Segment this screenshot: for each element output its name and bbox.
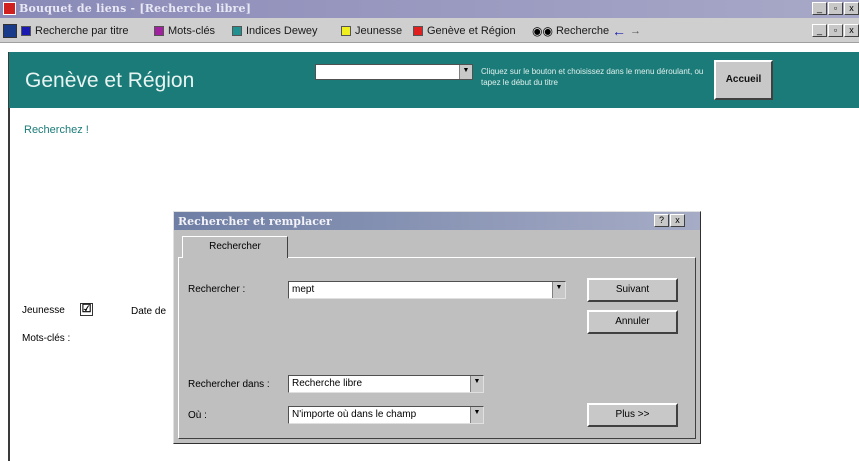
minimize-button[interactable]: _ <box>812 2 827 15</box>
toolbar-item-geneve-region[interactable]: Genève et Région <box>413 22 516 39</box>
toolbar-menu-icon[interactable] <box>3 22 17 39</box>
yellow-swatch-icon <box>341 25 351 36</box>
back-arrow-icon: ← <box>612 22 626 39</box>
binoculars-icon: ◉◉ <box>532 23 553 38</box>
plus-button[interactable]: Plus >> <box>587 403 678 427</box>
jeunesse-label: Jeunesse <box>22 305 65 316</box>
page-title: Genève et Région <box>25 69 195 92</box>
toolbar-recherche-button[interactable]: ◉◉ Recherche <box>532 22 609 39</box>
combo-hint: Cliquez sur le bouton et choisissez dans… <box>481 67 704 87</box>
tab-rechercher[interactable]: Rechercher <box>182 236 288 258</box>
toolbar-item-mots-cles[interactable]: Mots-clés <box>154 22 215 39</box>
accueil-button[interactable]: Accueil <box>714 60 773 100</box>
chevron-down-icon[interactable]: ▼ <box>459 65 472 79</box>
chevron-down-icon[interactable]: ▼ <box>470 407 483 423</box>
annuler-button[interactable]: Annuler <box>587 310 678 334</box>
doc-close-button[interactable]: x <box>844 24 859 37</box>
ou-select[interactable]: N'importe où dans le champ ▼ <box>288 406 484 424</box>
toolbar-item-recherche-titre[interactable]: Recherche par titre <box>21 22 129 39</box>
ou-label: Où : <box>188 410 207 421</box>
rechercher-dans-label: Rechercher dans : <box>188 379 270 390</box>
back-button[interactable]: ← <box>612 22 626 39</box>
mots-cles-label: Mots-clés : <box>22 333 71 344</box>
forward-arrow-icon: → <box>630 24 641 37</box>
search-input[interactable]: mept ▼ <box>288 281 566 299</box>
doc-window-controls: _ ▫ x <box>812 22 859 39</box>
date-label: Date de <box>131 306 167 317</box>
title-combo[interactable]: ▼ <box>315 64 473 80</box>
dialog-close-button[interactable]: x <box>670 214 685 227</box>
red-swatch-icon <box>413 25 423 36</box>
window-title: Bouquet de liens - [Recherche libre] <box>19 2 252 15</box>
form-header: Genève et Région ▼ Cliquez sur le bouton… <box>9 52 859 108</box>
app-icon <box>3 2 16 15</box>
purple-swatch-icon <box>154 25 164 36</box>
forward-button[interactable]: → <box>630 22 641 39</box>
help-button[interactable]: ? <box>654 214 669 227</box>
recherchez-heading: Recherchez ! <box>24 124 89 136</box>
toolbar-item-jeunesse[interactable]: Jeunesse <box>341 22 402 39</box>
rechercher-label: Rechercher : <box>188 284 246 295</box>
doc-maximize-button[interactable]: ▫ <box>828 24 843 37</box>
maximize-button[interactable]: ▫ <box>828 2 843 15</box>
chevron-down-icon[interactable]: ▼ <box>470 376 483 392</box>
rechercher-dans-select[interactable]: Recherche libre ▼ <box>288 375 484 393</box>
teal-swatch-icon <box>232 25 242 36</box>
toolbar-item-indices-dewey[interactable]: Indices Dewey <box>232 22 318 39</box>
toolbar: Recherche par titre Mots-clés Indices De… <box>0 18 859 43</box>
jeunesse-checkbox[interactable]: ☑ <box>80 303 93 316</box>
suivant-button[interactable]: Suivant <box>587 278 678 302</box>
close-button[interactable]: x <box>844 2 859 15</box>
dialog-title: Rechercher et remplacer <box>178 215 332 228</box>
form-border <box>8 52 10 461</box>
find-replace-dialog: Rechercher et remplacer ? x Rechercher R… <box>173 211 701 444</box>
chevron-down-icon[interactable]: ▼ <box>552 282 565 298</box>
blue-swatch-icon <box>21 25 31 36</box>
doc-minimize-button[interactable]: _ <box>812 24 827 37</box>
